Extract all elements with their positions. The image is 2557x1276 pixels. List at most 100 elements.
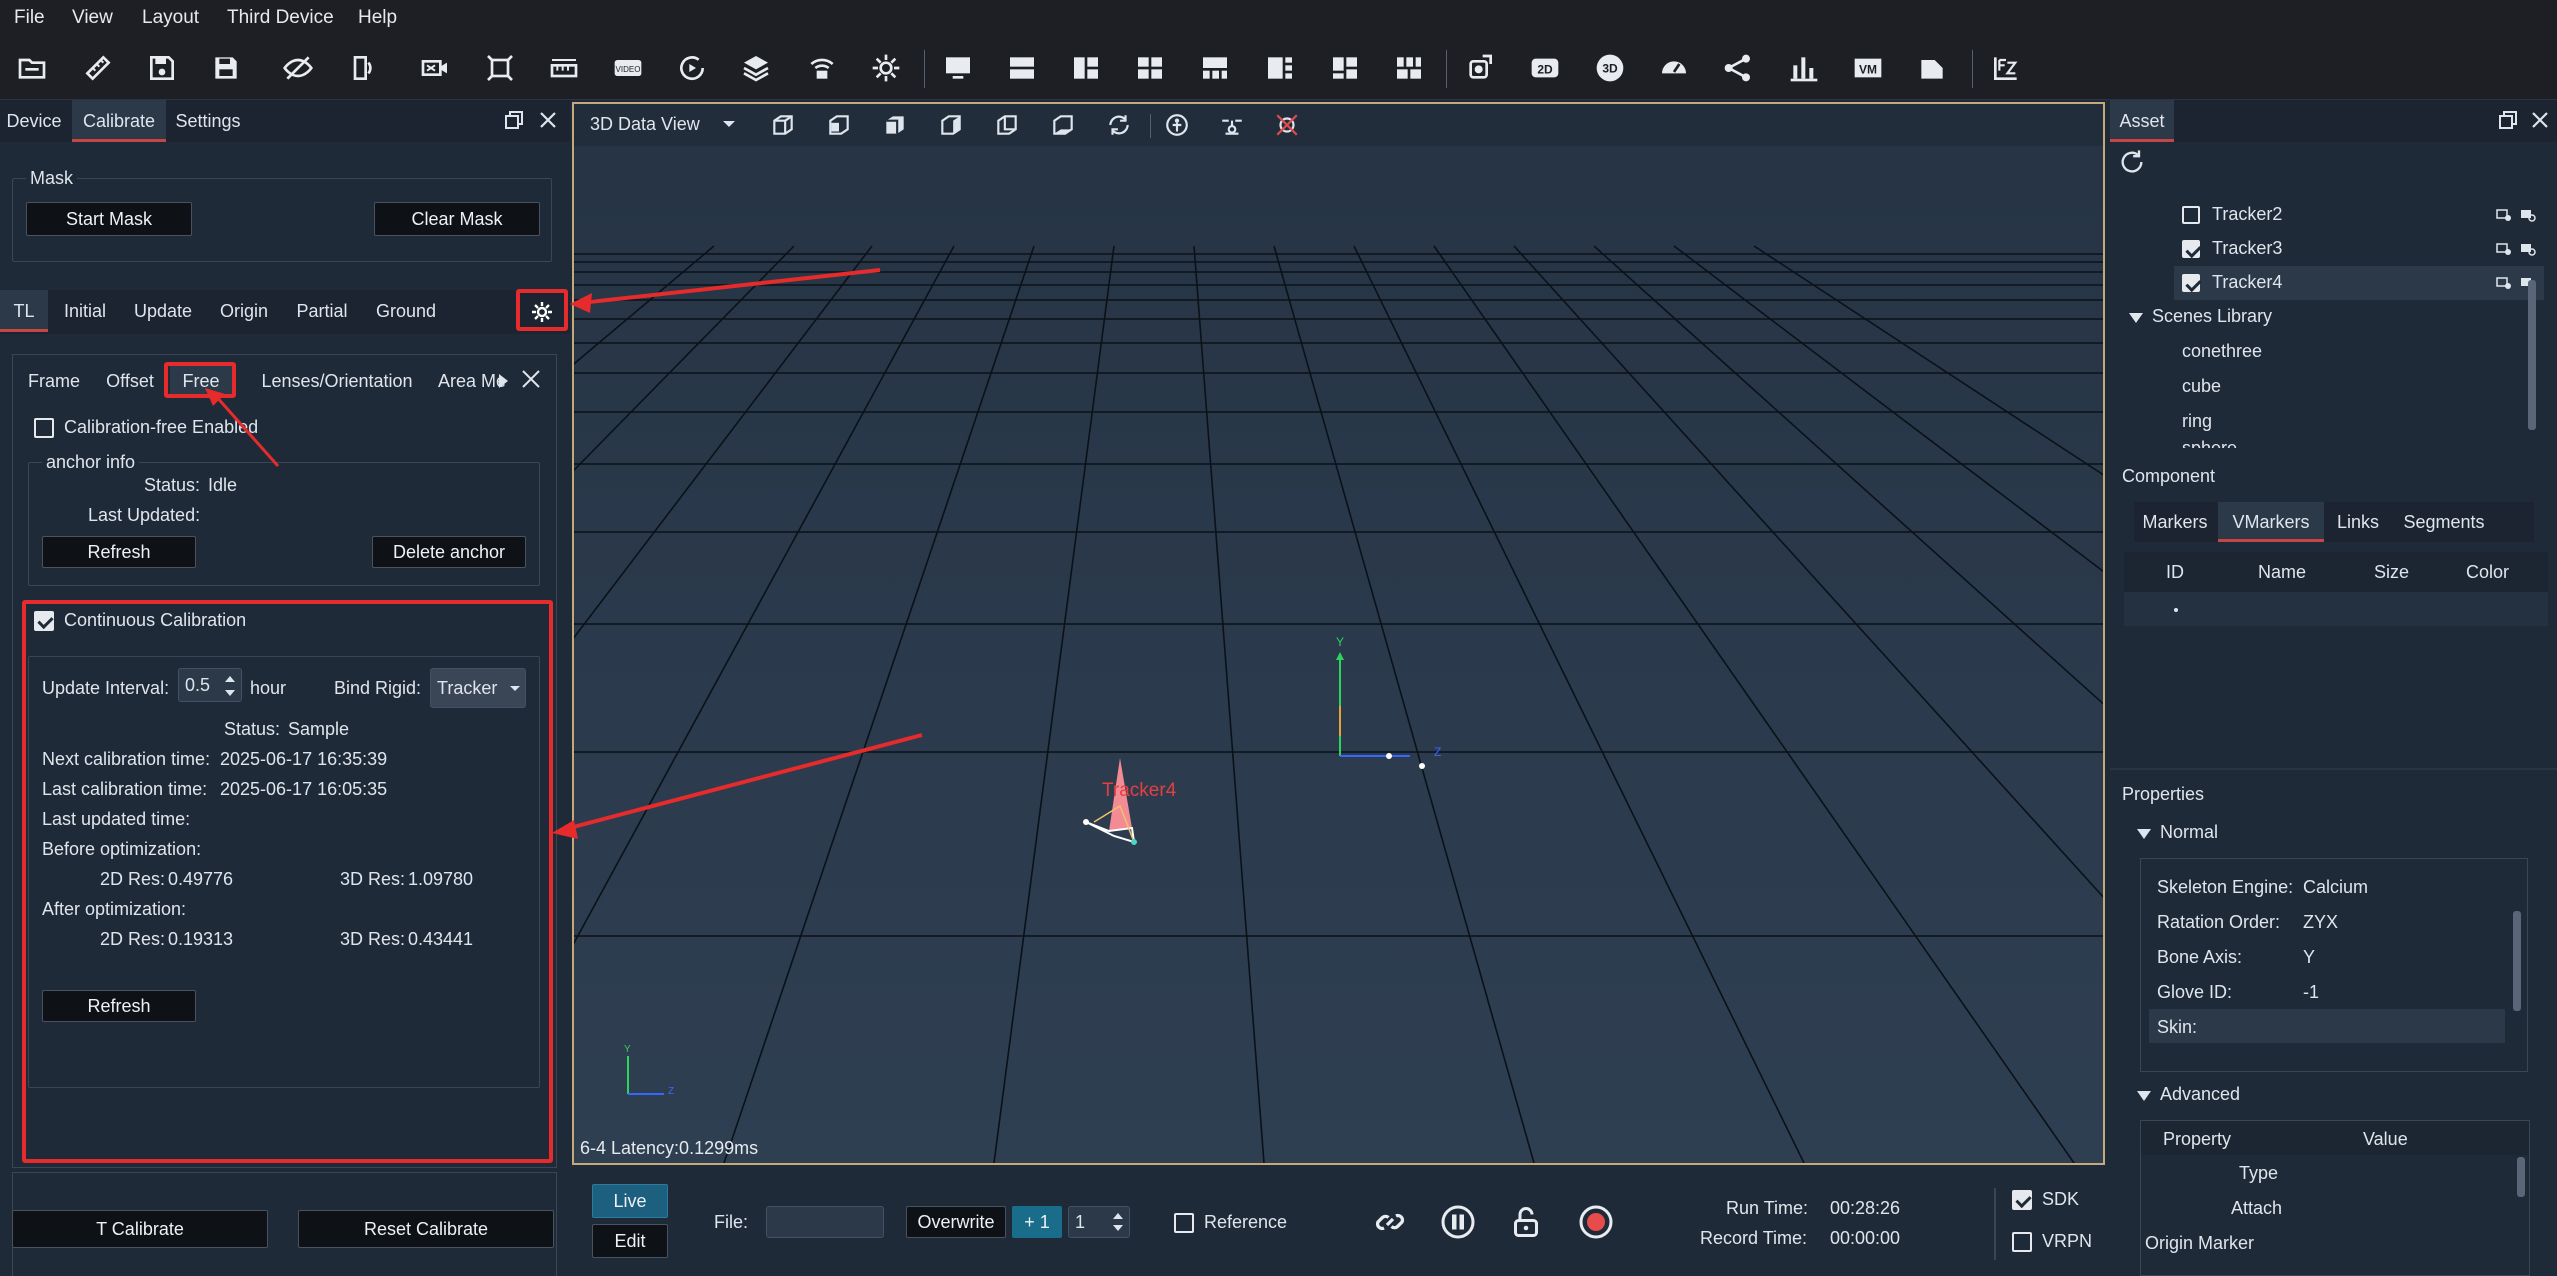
cube-left-icon[interactable]: [826, 112, 852, 143]
tab-tl[interactable]: TL: [0, 290, 48, 332]
camera-switch-icon[interactable]: [345, 50, 381, 86]
2d-icon[interactable]: 2D: [1527, 50, 1563, 86]
tab-origin[interactable]: Origin: [206, 290, 282, 332]
tab-links[interactable]: Links: [2326, 502, 2390, 542]
reset-view-icon[interactable]: [1106, 112, 1132, 143]
monitor-icon[interactable]: [940, 50, 976, 86]
ruler-icon[interactable]: [80, 50, 116, 86]
advanced-scrollbar[interactable]: [2517, 1157, 2525, 1197]
tree-row-tracker4[interactable]: Tracker4: [2174, 266, 2544, 300]
tab-device[interactable]: Device: [0, 100, 68, 142]
prop-bone-axis-value[interactable]: Y: [2303, 947, 2315, 968]
tree-row-tracker2[interactable]: Tracker2: [2182, 198, 2536, 232]
live-button[interactable]: Live: [592, 1184, 668, 1218]
plus-one-button[interactable]: + 1: [1012, 1206, 1062, 1238]
view-name-label[interactable]: 3D Data View: [590, 114, 700, 135]
anchor-refresh-button[interactable]: Refresh: [42, 536, 196, 568]
tab-update[interactable]: Update: [122, 290, 204, 332]
layout-4-icon[interactable]: [1132, 50, 1168, 86]
scene-sphere[interactable]: sphere: [2182, 438, 2237, 448]
settings-gear-icon[interactable]: [868, 50, 904, 86]
tab-lenses-orientation[interactable]: Lenses/Orientation: [238, 364, 436, 398]
layout-8-icon[interactable]: [1391, 50, 1427, 86]
close-subpanel-icon[interactable]: [520, 368, 542, 395]
menu-view[interactable]: View: [72, 7, 113, 29]
link-icon[interactable]: [1372, 1204, 1408, 1245]
tab-calibrate[interactable]: Calibrate: [72, 100, 166, 142]
component-table-row[interactable]: [2124, 592, 2548, 626]
reference-checkbox[interactable]: [1174, 1213, 1194, 1233]
tab-initial[interactable]: Initial: [50, 290, 120, 332]
tab-asset[interactable]: Asset: [2110, 100, 2174, 142]
col-size[interactable]: Size: [2374, 562, 2409, 583]
cube-right-icon[interactable]: [938, 112, 964, 143]
visibility-toggle-icon[interactable]: [2496, 242, 2512, 256]
edit-button[interactable]: Edit: [592, 1224, 668, 1258]
save-icon[interactable]: [144, 50, 180, 86]
tab-markers[interactable]: Markers: [2134, 502, 2216, 542]
tab-area-measure[interactable]: Area Me: [418, 364, 528, 398]
take-number-spinbox[interactable]: 1: [1068, 1206, 1130, 1238]
cube-top-icon[interactable]: [882, 112, 908, 143]
graph-icon[interactable]: [1720, 50, 1756, 86]
vm-icon[interactable]: VM: [1850, 50, 1886, 86]
3d-viewport[interactable]: 3D Data View Y Z Tracker4 Y Z 6-4 Latenc…: [572, 102, 2105, 1165]
tracker3-checkbox[interactable]: [2182, 240, 2200, 258]
scene-conethree[interactable]: conethree: [2182, 341, 2262, 362]
prop-rotation-order-value[interactable]: ZYX: [2303, 912, 2338, 933]
layers-icon[interactable]: [738, 50, 774, 86]
asset-tree-scrollbar[interactable]: [2528, 280, 2536, 430]
clear-mask-button[interactable]: Clear Mask: [374, 202, 540, 236]
sdk-checkbox[interactable]: [2012, 1190, 2032, 1210]
lock-toggle-icon[interactable]: [2520, 242, 2536, 256]
menu-help[interactable]: Help: [358, 7, 397, 29]
cube-back-icon[interactable]: [994, 112, 1020, 143]
tab-vmarkers[interactable]: VMarkers: [2218, 502, 2324, 542]
crop-icon[interactable]: [482, 50, 518, 86]
prop-skeleton-engine-value[interactable]: Calcium: [2303, 877, 2368, 898]
tab-offset[interactable]: Offset: [94, 364, 166, 398]
col-value[interactable]: Value: [2363, 1129, 2408, 1150]
replay-icon[interactable]: [674, 50, 710, 86]
layout-3-icon[interactable]: [1068, 50, 1104, 86]
properties-scrollbar[interactable]: [2513, 911, 2521, 1011]
menu-layout[interactable]: Layout: [142, 7, 199, 29]
overwrite-button[interactable]: Overwrite: [906, 1206, 1006, 1238]
normal-section-label[interactable]: Normal: [2160, 822, 2218, 843]
save-as-icon[interactable]: [208, 50, 244, 86]
adv-row-origin-marker[interactable]: Origin Marker: [2145, 1233, 2254, 1254]
reset-calibrate-button[interactable]: Reset Calibrate: [298, 1210, 554, 1248]
measure-icon[interactable]: [546, 50, 582, 86]
vrpn-checkbox[interactable]: [2012, 1232, 2032, 1252]
tab-scroll-right-icon[interactable]: [496, 372, 510, 395]
tracker2-checkbox[interactable]: [2182, 206, 2200, 224]
cube-front-icon[interactable]: [770, 112, 796, 143]
refresh-assets-icon[interactable]: [2118, 148, 2146, 181]
prop-skin-row[interactable]: Skin:: [2149, 1009, 2505, 1043]
visibility-toggle-icon[interactable]: [2496, 276, 2512, 290]
eye-off-icon[interactable]: [280, 50, 316, 86]
3d-icon[interactable]: 3D: [1592, 50, 1628, 86]
col-name[interactable]: Name: [2258, 562, 2306, 583]
drone-icon[interactable]: [1218, 112, 1246, 143]
open-folder-icon[interactable]: [14, 50, 50, 86]
calibration-free-checkbox[interactable]: [34, 418, 54, 438]
pause-icon[interactable]: [1440, 1204, 1476, 1245]
start-mask-button[interactable]: Start Mask: [26, 202, 192, 236]
visibility-toggle-icon[interactable]: [2496, 208, 2512, 222]
col-color[interactable]: Color: [2466, 562, 2509, 583]
close-panel-icon[interactable]: [538, 110, 558, 130]
menu-file[interactable]: File: [14, 7, 45, 29]
expand-chevron-icon[interactable]: [2128, 312, 2144, 324]
t-calibrate-button[interactable]: T Calibrate: [12, 1210, 268, 1248]
rotate-camera-icon[interactable]: [1462, 50, 1498, 86]
scenes-library-label[interactable]: Scenes Library: [2152, 306, 2272, 327]
tracker4-checkbox[interactable]: [2182, 274, 2200, 292]
bar-chart-icon[interactable]: [1786, 50, 1822, 86]
tree-row-tracker3[interactable]: Tracker3: [2182, 232, 2536, 266]
adv-row-type[interactable]: Type: [2239, 1163, 2278, 1184]
record-icon[interactable]: [1578, 1204, 1614, 1245]
layout-2-icon[interactable]: [1004, 50, 1040, 86]
float-panel-icon[interactable]: [504, 110, 524, 130]
normal-expand-chevron-icon[interactable]: [2136, 828, 2152, 840]
